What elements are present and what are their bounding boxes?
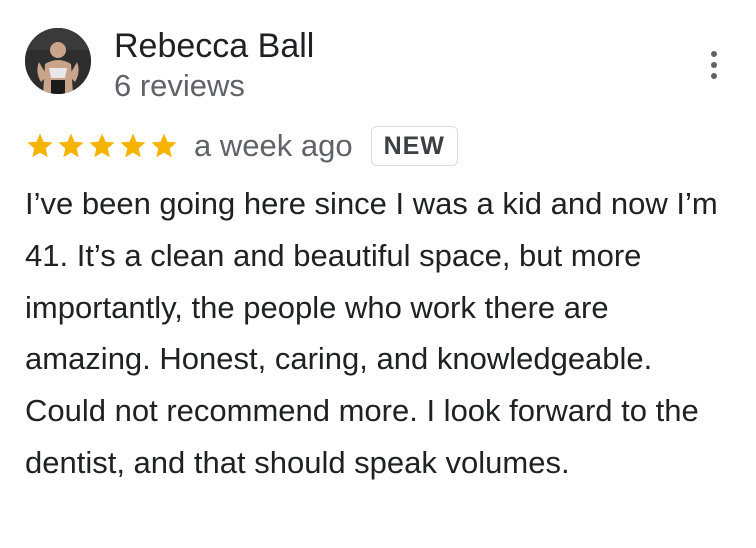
menu-dot xyxy=(711,73,717,79)
menu-dot xyxy=(711,51,717,57)
menu-dot xyxy=(711,62,717,68)
review-date: a week ago xyxy=(194,128,353,163)
star-icon xyxy=(25,131,55,161)
review-card: Rebecca Ball 6 reviews a week ago NEW I’… xyxy=(0,0,756,548)
review-count[interactable]: 6 reviews xyxy=(114,67,245,105)
avatar[interactable] xyxy=(25,28,91,94)
star-icon xyxy=(56,131,86,161)
review-meta: a week ago NEW xyxy=(25,124,458,168)
reviewer-name[interactable]: Rebecca Ball xyxy=(114,26,314,66)
new-badge: NEW xyxy=(370,126,458,166)
star-icon xyxy=(118,131,148,161)
review-text: I’ve been going here since I was a kid a… xyxy=(25,186,718,480)
star-rating xyxy=(25,131,180,161)
star-icon xyxy=(149,131,179,161)
more-vert-icon[interactable] xyxy=(700,48,728,82)
star-icon xyxy=(87,131,117,161)
